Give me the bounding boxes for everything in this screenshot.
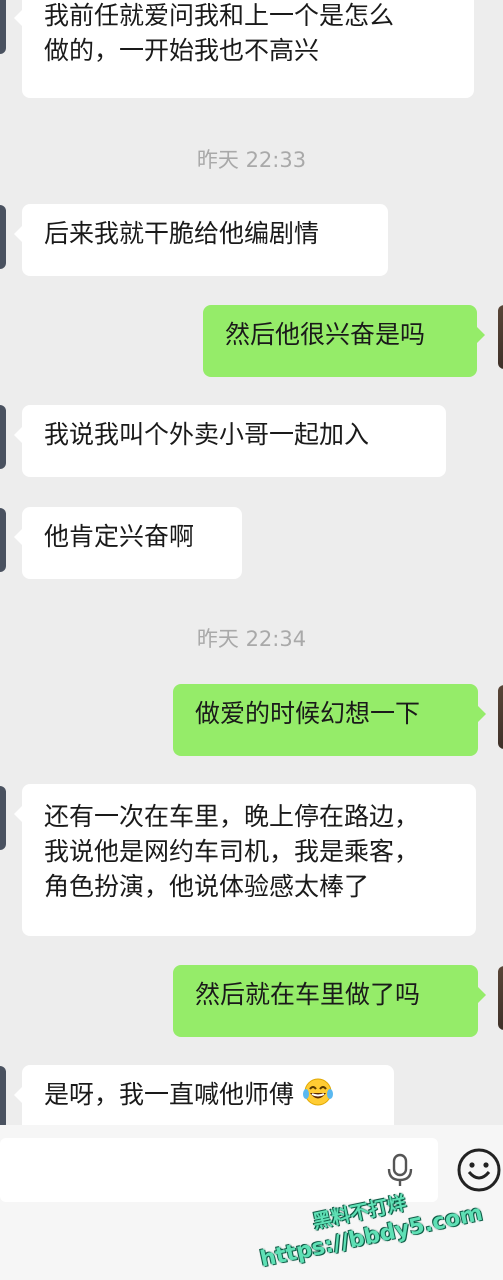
contact-avatar[interactable] [0, 786, 6, 850]
message-bubble-received[interactable]: 是呀，我一直喊他师傅 [14, 1065, 394, 1125]
contact-avatar[interactable] [0, 205, 6, 269]
message-bubble-sent[interactable]: 做爱的时候幻想一下 [173, 684, 486, 756]
message-bubble-received[interactable]: 后来我就干脆给他编剧情 [14, 204, 388, 276]
contact-avatar[interactable] [0, 508, 6, 572]
message-bubble-received[interactable]: 我前任就爱问我和上一个是怎么 做的，一开始我也不高兴 [14, 0, 474, 98]
timestamp: 昨天 22:33 [196, 148, 307, 172]
message-line: 我前任就爱问我和上一个是怎么 [44, 1, 395, 30]
my-avatar[interactable] [498, 685, 503, 749]
message-line: 做的，一开始我也不高兴 [44, 36, 320, 65]
smile-icon[interactable] [456, 1147, 502, 1193]
my-avatar[interactable] [498, 966, 503, 1030]
input-bar [0, 1125, 503, 1280]
microphone-icon[interactable] [385, 1153, 415, 1187]
message-bubble-sent[interactable]: 然后就在车里做了吗 [173, 965, 486, 1037]
message-line: 是呀，我一直喊他师傅 [44, 1080, 295, 1109]
message-bubble-received[interactable]: 还有一次在车里，晚上停在路边， 我说他是网约车司机，我是乘客， 角色扮演，他说体… [14, 784, 476, 936]
message-line: 然后就在车里做了吗 [195, 980, 421, 1009]
message-bubble-sent[interactable]: 然后他很兴奋是吗 [203, 305, 485, 377]
chat-area[interactable]: 我前任就爱问我和上一个是怎么 做的，一开始我也不高兴 昨天 22:33 后来我就… [0, 0, 503, 1125]
message-line: 角色扮演，他说体验感太棒了 [44, 872, 370, 901]
message-bubble-received[interactable]: 我说我叫个外卖小哥一起加入 [14, 405, 446, 477]
message-line: 他肯定兴奋啊 [44, 522, 195, 551]
contact-avatar[interactable] [0, 1066, 6, 1125]
message-line: 做爱的时候幻想一下 [195, 699, 421, 728]
contact-avatar[interactable] [0, 0, 6, 54]
my-avatar[interactable] [498, 305, 503, 369]
message-input[interactable] [0, 1138, 438, 1202]
timestamp: 昨天 22:34 [196, 627, 307, 651]
message-line: 还有一次在车里，晚上停在路边， [44, 802, 420, 831]
contact-avatar[interactable] [0, 405, 6, 469]
laughing-tears-emoji [302, 1078, 333, 1106]
message-line: 我说我叫个外卖小哥一起加入 [44, 420, 370, 449]
message-bubble-received[interactable]: 他肯定兴奋啊 [14, 507, 242, 579]
message-line: 我说他是网约车司机，我是乘客， [44, 837, 420, 866]
message-line: 后来我就干脆给他编剧情 [44, 219, 320, 248]
message-line: 然后他很兴奋是吗 [225, 320, 426, 349]
